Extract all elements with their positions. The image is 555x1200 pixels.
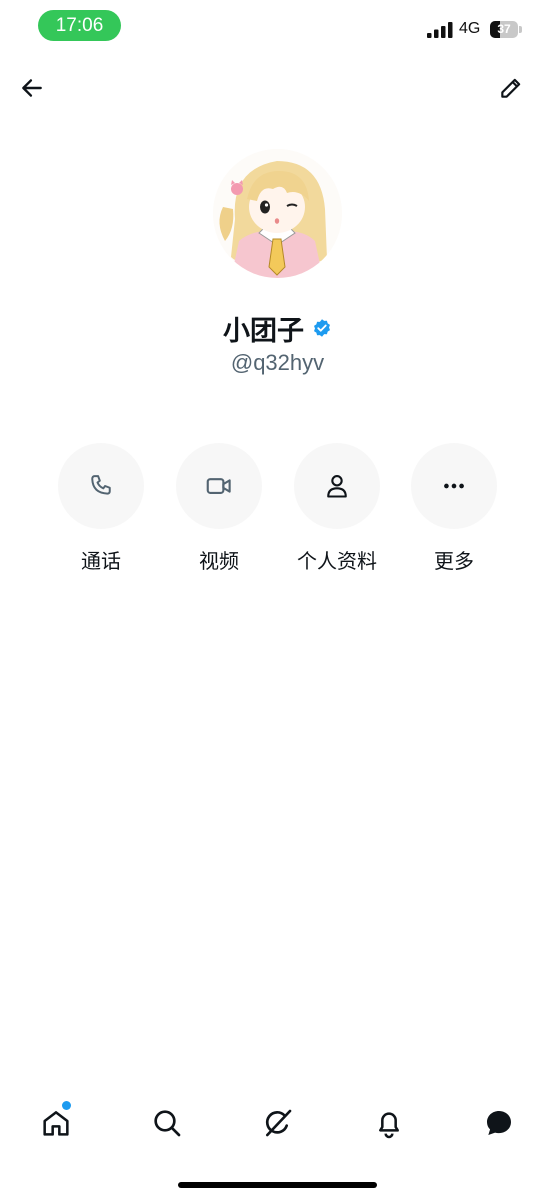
more-dots-icon xyxy=(444,483,464,489)
tab-home[interactable] xyxy=(28,1095,84,1151)
more-button[interactable] xyxy=(411,443,497,529)
video-camera-icon xyxy=(206,478,231,494)
call-button[interactable] xyxy=(58,443,144,529)
grok-icon xyxy=(265,1109,292,1137)
name-row: 小团子 xyxy=(0,308,555,348)
network-type: 4G xyxy=(459,20,481,37)
more-label: 更多 xyxy=(434,549,474,573)
phone-icon xyxy=(91,475,111,495)
battery-icon: 37 xyxy=(490,21,518,38)
arrow-left-icon xyxy=(22,79,42,97)
tab-notifications[interactable] xyxy=(361,1095,417,1151)
search-icon xyxy=(154,1110,181,1137)
battery-cap xyxy=(519,26,522,33)
display-name: 小团子 xyxy=(223,315,304,347)
anime-girl-avatar xyxy=(213,149,342,278)
status-time: 17:06 xyxy=(38,10,121,41)
video-action[interactable]: 视频 xyxy=(176,443,262,574)
messages-icon xyxy=(487,1111,511,1135)
call-label: 通话 xyxy=(81,549,121,573)
profile-action[interactable]: 个人资料 xyxy=(294,443,380,574)
cellular-signal-icon xyxy=(427,22,453,38)
back-button[interactable] xyxy=(12,68,52,108)
bottom-tab-bar xyxy=(0,1095,555,1151)
home-notification-dot xyxy=(62,1101,71,1110)
profile-avatar[interactable] xyxy=(213,149,342,278)
tab-messages[interactable] xyxy=(471,1095,527,1151)
home-indicator[interactable] xyxy=(178,1182,377,1188)
tab-search[interactable] xyxy=(139,1095,195,1151)
person-icon xyxy=(327,475,347,498)
battery-level: 37 xyxy=(497,22,511,36)
edit-button[interactable] xyxy=(491,68,531,108)
status-bar: 17:06 4G 37 xyxy=(0,0,555,52)
call-action[interactable]: 通话 xyxy=(58,443,144,574)
verified-badge-icon xyxy=(314,319,330,337)
user-handle: @q32hyv xyxy=(230,350,325,375)
video-label: 视频 xyxy=(199,549,239,573)
more-action[interactable]: 更多 xyxy=(411,443,497,574)
tab-grok[interactable] xyxy=(250,1095,306,1151)
pencil-icon xyxy=(501,78,521,98)
bell-icon xyxy=(379,1112,399,1139)
profile-label: 个人资料 xyxy=(297,549,377,573)
video-button[interactable] xyxy=(176,443,262,529)
home-icon xyxy=(43,1111,69,1136)
profile-page: 17:06 4G 37 小团子 @q32hyv 通话 视频 个人资料 更多 xyxy=(0,0,555,1200)
profile-button[interactable] xyxy=(294,443,380,529)
